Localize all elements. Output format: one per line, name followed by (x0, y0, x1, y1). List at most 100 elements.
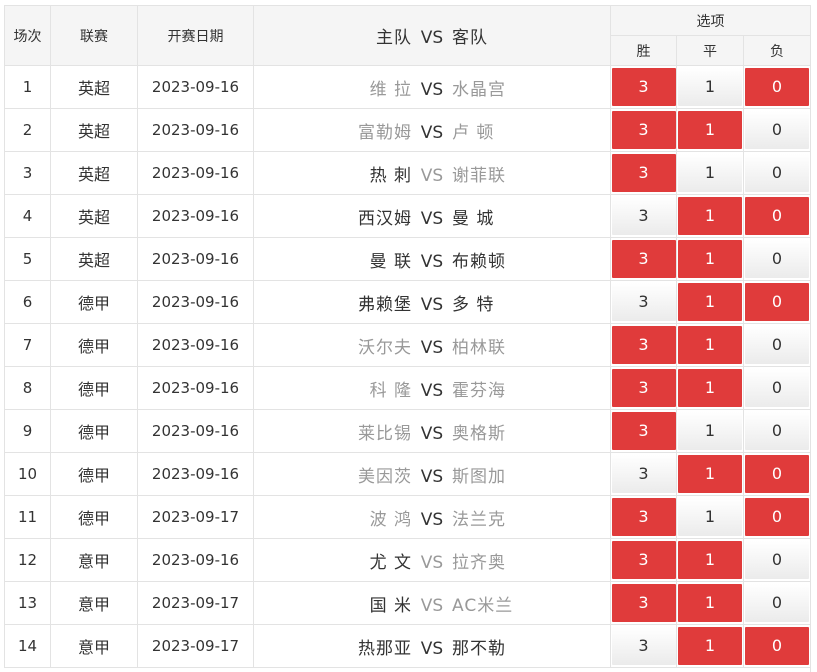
row-league: 英超 (50, 108, 138, 152)
option-cell-lose: 0 (743, 237, 811, 281)
option-cell-win: 3 (610, 151, 677, 195)
option-win-button[interactable]: 3 (611, 240, 676, 278)
option-draw-button[interactable]: 1 (678, 154, 742, 192)
away-team: 法兰克 (452, 509, 506, 530)
option-draw-button[interactable]: 1 (678, 197, 742, 235)
option-win-button[interactable]: 3 (611, 584, 676, 622)
option-cell-draw: 1 (676, 581, 744, 625)
table-row: 9 德甲 2023-09-16 莱比锡 VS 奥格斯 3 1 0 (4, 409, 811, 453)
option-draw-button[interactable]: 1 (678, 541, 742, 579)
option-draw-button[interactable]: 1 (678, 455, 742, 493)
away-team: 那不勒 (452, 638, 506, 659)
row-match: 热那亚 VS 那不勒 (253, 624, 611, 668)
option-cell-lose: 0 (743, 323, 811, 367)
option-win-button[interactable]: 3 (611, 498, 676, 536)
row-index: 3 (4, 151, 51, 195)
option-cell-win: 3 (610, 624, 677, 668)
row-league: 意甲 (50, 581, 138, 625)
option-draw-button[interactable]: 1 (678, 412, 742, 450)
table-row: 11 德甲 2023-09-17 波 鸿 VS 法兰克 3 1 0 (4, 495, 811, 539)
row-date: 2023-09-16 (137, 409, 254, 453)
row-date: 2023-09-16 (137, 237, 254, 281)
option-win-button[interactable]: 3 (611, 197, 676, 235)
option-win-button[interactable]: 3 (611, 111, 676, 149)
home-team: 沃尔夫 (358, 337, 412, 358)
option-win-button[interactable]: 3 (611, 154, 676, 192)
row-date: 2023-09-17 (137, 624, 254, 668)
option-draw-button[interactable]: 1 (678, 326, 742, 364)
header-date: 开赛日期 (137, 5, 254, 66)
option-win-button[interactable]: 3 (611, 412, 676, 450)
row-index: 6 (4, 280, 51, 324)
away-team: 水晶宫 (452, 79, 506, 100)
table-row: 14 意甲 2023-09-17 热那亚 VS 那不勒 3 1 0 (4, 624, 811, 668)
option-lose-button[interactable]: 0 (745, 584, 809, 622)
row-league: 德甲 (50, 409, 138, 453)
option-win-button[interactable]: 3 (611, 541, 676, 579)
option-lose-button[interactable]: 0 (745, 455, 809, 493)
away-team: 谢菲联 (452, 165, 506, 186)
option-lose-button[interactable]: 0 (745, 412, 809, 450)
row-index: 7 (4, 323, 51, 367)
table-row: 6 德甲 2023-09-16 弗赖堡 VS 多 特 310 (4, 280, 811, 324)
option-lose-button[interactable]: 0 (745, 68, 809, 106)
row-match: 热 刺 VS 谢菲联 (253, 151, 611, 195)
home-team: 科 隆 (369, 380, 412, 401)
option-cell-win: 3 (610, 366, 677, 410)
row-league: 德甲 (50, 366, 138, 410)
option-cell-win: 3 (610, 194, 677, 238)
option-win-button[interactable]: 3 (611, 627, 676, 665)
option-draw-button[interactable]: 1 (678, 369, 742, 407)
row-match: 富勒姆 VS 卢 顿 (253, 108, 611, 152)
option-cell-lose: 0 (743, 151, 811, 195)
row-date: 2023-09-16 (137, 538, 254, 582)
option-lose-button[interactable]: 0 (745, 240, 809, 278)
option-win-button[interactable]: 3 (611, 455, 676, 493)
option-draw-button[interactable]: 1 (678, 68, 742, 106)
option-draw-button[interactable]: 1 (678, 584, 742, 622)
row-index: 12 (4, 538, 51, 582)
option-draw-button[interactable]: 1 (678, 111, 742, 149)
table-row: 4 英超 2023-09-16 西汉姆 VS 曼 城 310 (4, 194, 811, 238)
option-lose-button[interactable]: 0 (745, 627, 809, 665)
away-team: 斯图加 (452, 466, 506, 487)
option-lose-button[interactable]: 0 (745, 154, 809, 192)
option-lose-button[interactable]: 0 (745, 369, 809, 407)
option-lose-button[interactable]: 0 (745, 111, 809, 149)
option-lose-button[interactable]: 0 (745, 498, 809, 536)
row-league: 德甲 (50, 323, 138, 367)
option-cell-lose: 0 (743, 366, 811, 410)
home-team: 曼 联 (369, 251, 412, 272)
row-date: 2023-09-17 (137, 495, 254, 539)
option-draw-button[interactable]: 1 (678, 240, 742, 278)
option-draw-button[interactable]: 1 (678, 498, 742, 536)
option-win-button[interactable]: 3 (611, 68, 676, 106)
option-cell-lose: 0 (743, 194, 811, 238)
vs-label: VS (420, 423, 444, 444)
row-index: 8 (4, 366, 51, 410)
option-cell-win: 3 (610, 495, 677, 539)
option-cell-win: 3 (610, 108, 677, 152)
option-cell-lose: 0 (743, 65, 811, 109)
row-index: 11 (4, 495, 51, 539)
row-league: 德甲 (50, 452, 138, 496)
option-lose-button[interactable]: 0 (745, 541, 809, 579)
option-win-button[interactable]: 3 (611, 283, 676, 321)
option-lose-button[interactable]: 0 (745, 197, 809, 235)
option-win-button[interactable]: 3 (611, 326, 676, 364)
row-match: 美因茨 VS 斯图加 (253, 452, 611, 496)
option-lose-button[interactable]: 0 (745, 326, 809, 364)
away-team: 曼 城 (452, 208, 495, 229)
row-date: 2023-09-16 (137, 65, 254, 109)
option-win-button[interactable]: 3 (611, 369, 676, 407)
header-draw: 平 (676, 35, 744, 66)
option-draw-button[interactable]: 1 (678, 283, 742, 321)
vs-label: VS (420, 509, 444, 530)
option-lose-button[interactable]: 0 (745, 283, 809, 321)
row-match: 维 拉 VS 水晶宫 (253, 65, 611, 109)
option-cell-lose: 0 (743, 409, 811, 453)
table-row: 8 德甲 2023-09-16 科 隆 VS 霍芬海 3 1 0 (4, 366, 811, 410)
option-draw-button[interactable]: 1 (678, 627, 742, 665)
option-cell-lose: 0 (743, 538, 811, 582)
row-league: 英超 (50, 194, 138, 238)
